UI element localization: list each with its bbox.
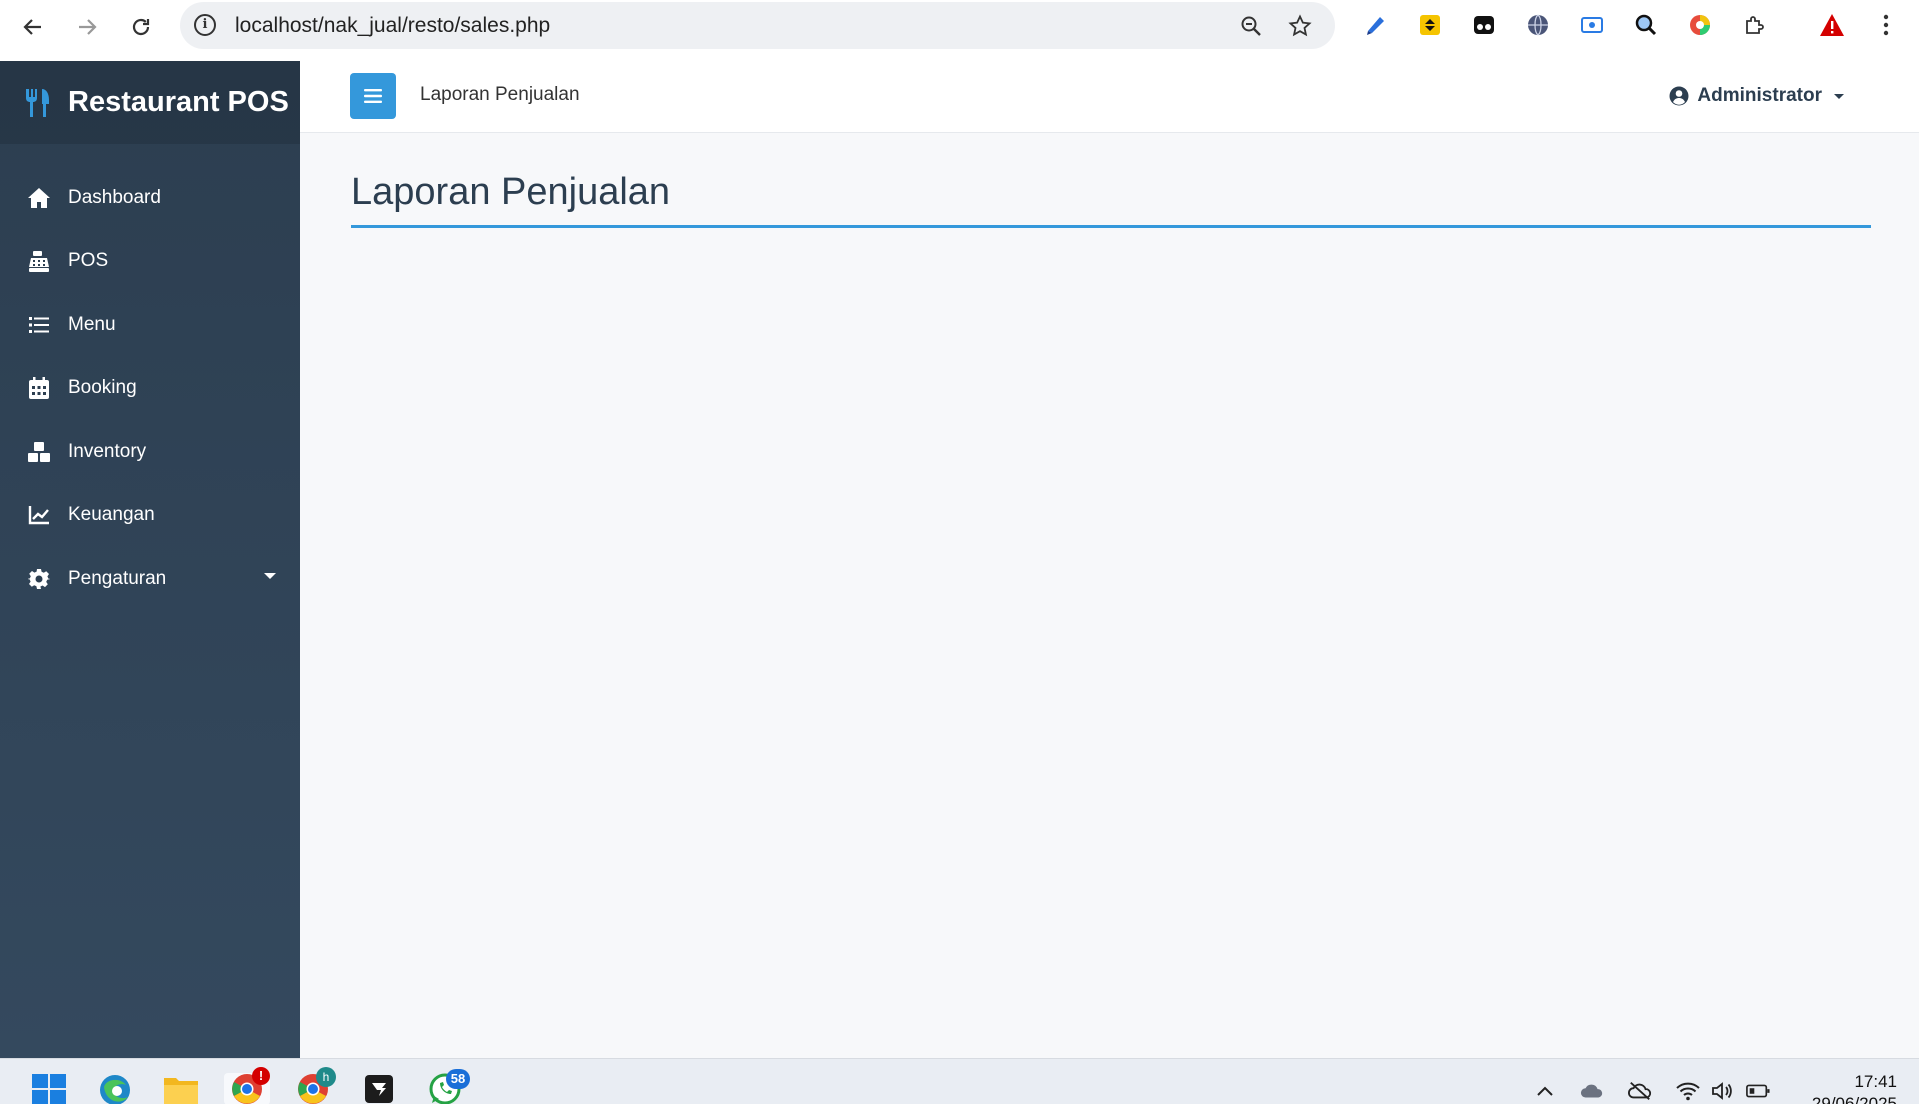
gear-icon: [27, 567, 51, 591]
wifi-icon[interactable]: [1676, 1079, 1700, 1103]
cash-register-icon: [27, 249, 51, 273]
windows-start-icon[interactable]: [30, 1073, 68, 1104]
sidebar-item-booking[interactable]: Booking: [0, 357, 300, 421]
calendar-icon: [27, 376, 51, 400]
site-info-icon[interactable]: i: [194, 14, 216, 36]
sidebar-item-label: Keuangan: [68, 504, 155, 526]
sidebar-item-label: Dashboard: [68, 186, 161, 208]
chevron-up-icon[interactable]: [1533, 1079, 1557, 1103]
chart-line-icon: [27, 503, 51, 527]
browser-menu-icon[interactable]: [1872, 11, 1900, 39]
home-icon: [27, 186, 51, 210]
address-bar[interactable]: i localhost/nak_jual/resto/sales.php: [180, 2, 1335, 49]
sidebar-item-pengaturan[interactable]: Pengaturan: [0, 547, 300, 611]
brand-title: Restaurant POS: [68, 86, 289, 118]
topbar: Laporan Penjualan Administrator: [300, 61, 1919, 133]
edge-browser-icon[interactable]: [96, 1073, 134, 1104]
sidebar-item-dashboard[interactable]: Dashboard: [0, 166, 300, 230]
list-icon: [27, 313, 51, 337]
chrome-alert-badge: !: [252, 1067, 270, 1085]
battery-icon[interactable]: [1746, 1079, 1770, 1103]
user-name: Administrator: [1697, 85, 1822, 106]
notification-badge: 58: [446, 1069, 470, 1089]
sidebar-toggle-button[interactable]: [350, 73, 396, 119]
sidebar-item-keuangan[interactable]: Keuangan: [0, 484, 300, 548]
extension-globe-icon[interactable]: [1524, 11, 1552, 39]
bookmark-star-icon[interactable]: [1286, 12, 1314, 40]
boxes-icon: [27, 440, 51, 464]
extension-screen-capture-icon[interactable]: [1578, 11, 1606, 39]
extensions-puzzle-icon[interactable]: [1740, 11, 1768, 39]
warning-alert-icon[interactable]: [1818, 11, 1846, 39]
extension-color-wheel-icon[interactable]: [1686, 11, 1714, 39]
chevron-down-icon: [1834, 93, 1844, 99]
extension-yellow-icon[interactable]: [1416, 11, 1444, 39]
whatsapp-icon[interactable]: 58: [426, 1069, 470, 1104]
extension-search-icon[interactable]: [1632, 11, 1660, 39]
sidebar-item-label: POS: [68, 250, 109, 272]
topbar-title: Laporan Penjualan: [420, 84, 580, 105]
terminal-app-icon[interactable]: [360, 1073, 398, 1104]
browser-toolbar: i localhost/nak_jual/resto/sales.php: [0, 0, 1919, 61]
forward-icon[interactable]: [70, 10, 104, 44]
sidebar-item-label: Inventory: [68, 440, 147, 462]
extension-glasses-icon[interactable]: [1470, 11, 1498, 39]
chrome-profile-icon[interactable]: h: [294, 1067, 336, 1104]
cloud-offline-icon[interactable]: [1628, 1079, 1652, 1103]
user-circle-icon: [1669, 86, 1689, 106]
sidebar: Restaurant POS Dashboard POS Menu Bookin…: [0, 61, 300, 1058]
sidebar-item-inventory[interactable]: Inventory: [0, 420, 300, 484]
onedrive-cloud-icon[interactable]: [1580, 1079, 1604, 1103]
chrome-browser-icon[interactable]: !: [224, 1067, 270, 1104]
sidebar-item-menu[interactable]: Menu: [0, 293, 300, 357]
title-divider: [351, 225, 1871, 228]
reload-icon[interactable]: [124, 10, 158, 44]
sidebar-menu: Dashboard POS Menu Booking Inventory Keu…: [0, 144, 300, 611]
page-title: Laporan Penjualan: [351, 171, 671, 213]
file-explorer-icon[interactable]: [162, 1073, 200, 1104]
extension-arrow-icon[interactable]: [1362, 11, 1390, 39]
utensils-icon: [24, 87, 52, 119]
main-content: Laporan Penjualan: [300, 133, 1919, 1058]
clock-time: 17:41: [1854, 1072, 1897, 1091]
user-menu-dropdown[interactable]: Administrator: [1669, 85, 1844, 107]
profile-badge: h: [316, 1067, 336, 1087]
address-url[interactable]: localhost/nak_jual/resto/sales.php: [235, 14, 550, 38]
back-icon[interactable]: [16, 10, 50, 44]
hamburger-icon: [364, 89, 382, 103]
taskbar: ! h 58 17:41 29/06/2025: [0, 1058, 1919, 1104]
sidebar-item-label: Booking: [68, 377, 137, 399]
chevron-down-icon[interactable]: [264, 573, 276, 579]
brand[interactable]: Restaurant POS: [0, 61, 300, 144]
sidebar-item-label: Menu: [68, 313, 116, 335]
zoom-icon[interactable]: [1237, 12, 1265, 40]
clock-date: 29/06/2025: [1811, 1094, 1897, 1104]
sidebar-item-pos[interactable]: POS: [0, 230, 300, 294]
volume-icon[interactable]: [1710, 1079, 1734, 1103]
sidebar-item-label: Pengaturan: [68, 567, 167, 589]
system-clock[interactable]: 17:41 29/06/2025: [1812, 1071, 1897, 1104]
